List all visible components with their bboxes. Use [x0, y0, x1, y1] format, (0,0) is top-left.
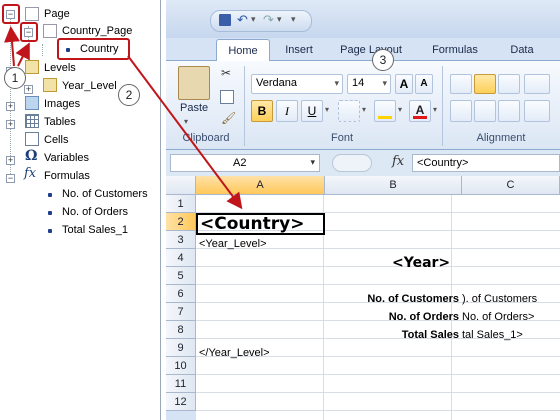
callout-2: 2 — [118, 84, 140, 106]
callout-3: 3 — [372, 49, 394, 71]
arrow-2 — [127, 55, 243, 210]
callout-1: 1 — [4, 67, 26, 89]
arrow-1a — [4, 26, 20, 67]
annotation-arrows — [4, 26, 243, 210]
arrow-1b — [15, 42, 30, 67]
